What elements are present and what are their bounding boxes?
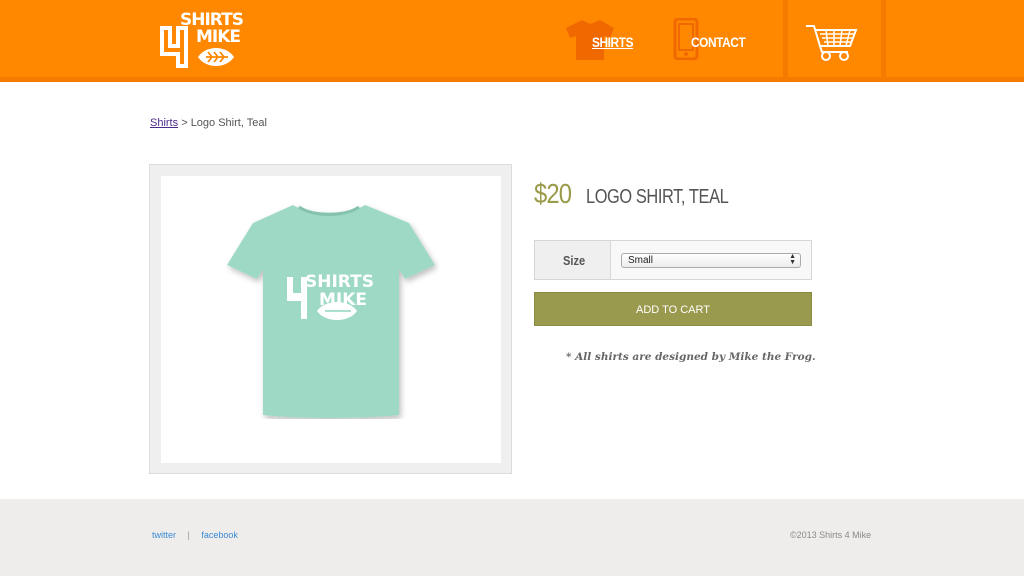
size-label-cell: Size: [535, 241, 611, 279]
cart-button[interactable]: [783, 0, 886, 78]
size-option-row: Size Small ▲ ▼: [534, 240, 812, 280]
product-image-frame: SHIRTS MIKE: [149, 164, 512, 474]
site-logo[interactable]: SHIRTS MIKE: [158, 10, 250, 68]
size-label: Size: [563, 253, 586, 268]
add-to-cart-button[interactable]: ADD TO CART: [534, 292, 812, 326]
product-price: $20: [534, 178, 572, 209]
size-select-value: Small: [628, 255, 654, 266]
product-image[interactable]: SHIRTS MIKE: [161, 176, 501, 463]
add-to-cart-label: ADD TO CART: [636, 304, 710, 316]
size-select[interactable]: Small ▲ ▼: [621, 253, 801, 268]
copyright-text: ©2013 Shirts 4 Mike: [790, 530, 872, 540]
site-footer: twitter | facebook ©2013 Shirts 4 Mike: [0, 499, 1024, 576]
teal-shirt-image: SHIRTS MIKE: [227, 205, 435, 418]
breadcrumb-link-shirts[interactable]: Shirts: [150, 117, 178, 129]
logo-four-icon: [160, 26, 188, 68]
leaf-icon: [198, 48, 234, 66]
nav-item-shirts[interactable]: SHIRTS: [566, 0, 636, 82]
shopping-cart-icon: [806, 25, 858, 61]
breadcrumb: Shirts > Logo Shirt, Teal: [150, 117, 267, 129]
footer-link-twitter[interactable]: twitter: [152, 530, 176, 540]
nav-label-contact: CONTACT: [691, 34, 746, 50]
select-arrows-icon: ▲ ▼: [789, 253, 796, 266]
designer-note: * All shirts are designed by Mike the Fr…: [566, 351, 816, 363]
breadcrumb-separator: >: [181, 117, 188, 129]
site-header: SHIRTS MIKE SHIRTS CONTACT: [0, 0, 1024, 82]
nav-item-contact[interactable]: CONTACT: [672, 0, 762, 82]
product-title: LOGO SHIRT, TEAL: [586, 186, 729, 208]
footer-links: twitter | facebook: [152, 530, 238, 540]
shirt-logo-text-1: SHIRTS: [305, 272, 374, 292]
footer-separator: |: [187, 530, 190, 540]
logo-text-mike: MIKE: [196, 27, 241, 47]
nav-label-shirts: SHIRTS: [592, 34, 634, 50]
breadcrumb-current: Logo Shirt, Teal: [190, 117, 267, 129]
footer-link-facebook[interactable]: facebook: [201, 530, 238, 540]
